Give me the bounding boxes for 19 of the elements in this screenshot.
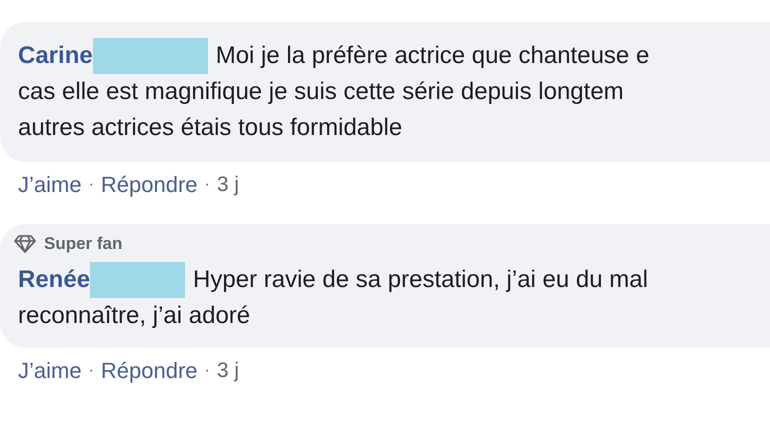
comment-time: 3 j (216, 359, 240, 383)
comment-action-link[interactable]: J’aime (18, 172, 82, 198)
separator-dot: · (88, 176, 94, 194)
comment-text: Moi je la préfère actrice que chanteuse e (216, 41, 650, 71)
separator-dot: · (88, 362, 94, 380)
comment-text: cas elle est magnifique je suis cette série depuis longtem (18, 77, 624, 107)
comment-text: autres actrices étais tous formidable (18, 113, 402, 143)
author-name[interactable]: Renée (18, 262, 90, 298)
comment-text: Hyper ravie de sa prestation, j’ai eu du mal (193, 265, 648, 295)
author-name[interactable]: Carine (18, 38, 93, 74)
super-fan-label: Super fan (44, 234, 122, 254)
separator-dot: · (204, 362, 210, 380)
comment-action-link[interactable]: J’aime (18, 358, 82, 384)
comment-time: 3 j (216, 173, 240, 197)
comment-action-link[interactable]: Répondre (100, 172, 198, 198)
comment-action-link[interactable]: Répondre (100, 358, 198, 384)
comment-text: reconnaître, j’ai adoré (18, 301, 250, 331)
diamond-icon (14, 234, 36, 254)
separator-dot: · (204, 176, 210, 194)
